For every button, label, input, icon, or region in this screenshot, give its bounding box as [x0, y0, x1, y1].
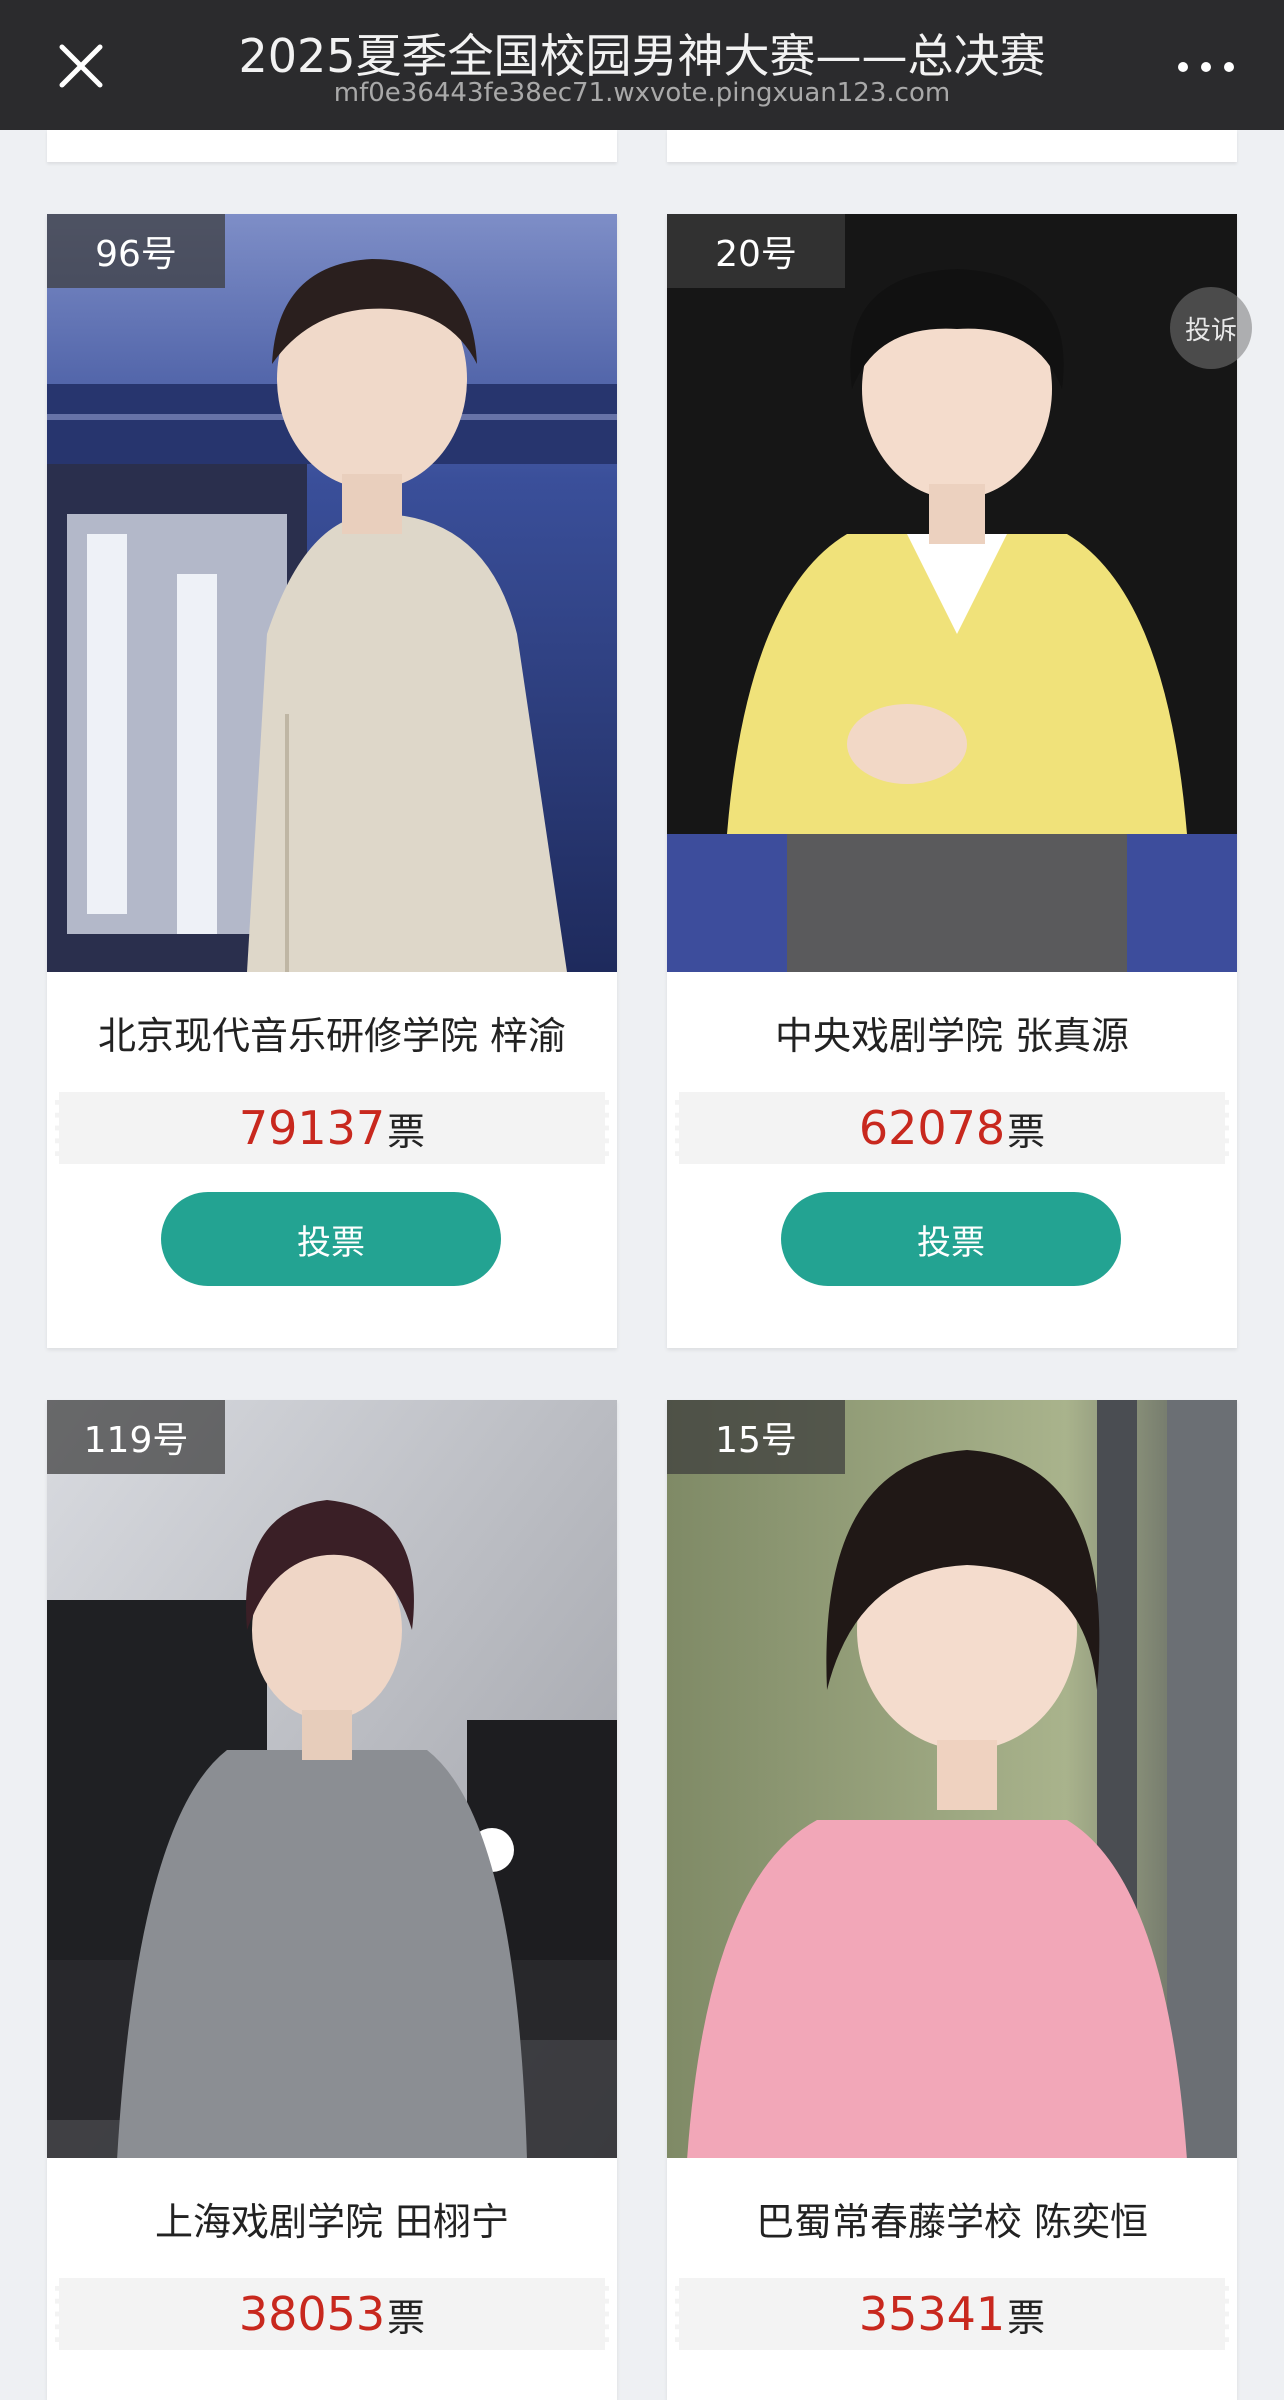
contestant-photo[interactable]: 96号 [47, 214, 617, 972]
contestant-card: 96号 北京现代音乐研修学院 梓渝 79137 票 投票 [47, 214, 617, 1348]
contestant-name: 巴蜀常春藤学校 陈奕恒 [755, 2199, 1149, 2244]
contestant-number: 96号 [47, 214, 225, 288]
contestant-photo[interactable]: 20号 [667, 214, 1237, 972]
vote-count-value: 35341 [858, 2287, 1006, 2341]
contestant-photo[interactable]: 119号 [47, 1400, 617, 2158]
previous-card-left [47, 130, 617, 162]
vote-count: 38053 票 [55, 2278, 609, 2350]
contestant-name: 北京现代音乐研修学院 梓渝 [97, 1013, 567, 1058]
vote-button[interactable]: 投票 [781, 1192, 1121, 1286]
contestant-name: 上海戏剧学院 田栩宁 [154, 2199, 510, 2244]
contestant-number: 20号 [667, 214, 845, 288]
previous-card-right [667, 130, 1237, 162]
top-bar: 2025夏季全国校园男神大赛——总决赛 mf0e36443fe38ec71.wx… [0, 0, 1284, 130]
vote-button[interactable]: 投票 [161, 1192, 501, 1286]
report-button[interactable]: 投诉 [1170, 287, 1252, 369]
page-url: mf0e36443fe38ec71.wxvote.pingxuan123.com [333, 78, 951, 108]
vote-count: 62078 票 [675, 1092, 1229, 1164]
vote-unit: 票 [1007, 2295, 1046, 2340]
more-options-icon[interactable] [1176, 52, 1236, 80]
page-title: 2025夏季全国校园男神大赛——总决赛 [238, 29, 1046, 83]
vote-count: 79137 票 [55, 1092, 609, 1164]
contestant-card: 119号 上海戏剧学院 田栩宁 38053 票 [47, 1400, 617, 2400]
contestant-card: 15号 巴蜀常春藤学校 陈奕恒 35341 票 [667, 1400, 1237, 2400]
vote-count: 35341 票 [675, 2278, 1229, 2350]
contestant-number: 119号 [47, 1400, 225, 1474]
vote-unit: 票 [1007, 1109, 1046, 1154]
vote-unit: 票 [387, 2295, 426, 2340]
contestant-name: 中央戏剧学院 张真源 [774, 1013, 1130, 1058]
contestant-photo[interactable]: 15号 [667, 1400, 1237, 2158]
vote-count-value: 38053 [238, 2287, 386, 2341]
contestant-number: 15号 [667, 1400, 845, 1474]
vote-count-value: 62078 [858, 1101, 1006, 1155]
close-icon[interactable] [50, 35, 112, 97]
contestant-card: 20号 中央戏剧学院 张真源 62078 票 投票 [667, 214, 1237, 1348]
vote-count-value: 79137 [238, 1101, 386, 1155]
vote-unit: 票 [387, 1109, 426, 1154]
